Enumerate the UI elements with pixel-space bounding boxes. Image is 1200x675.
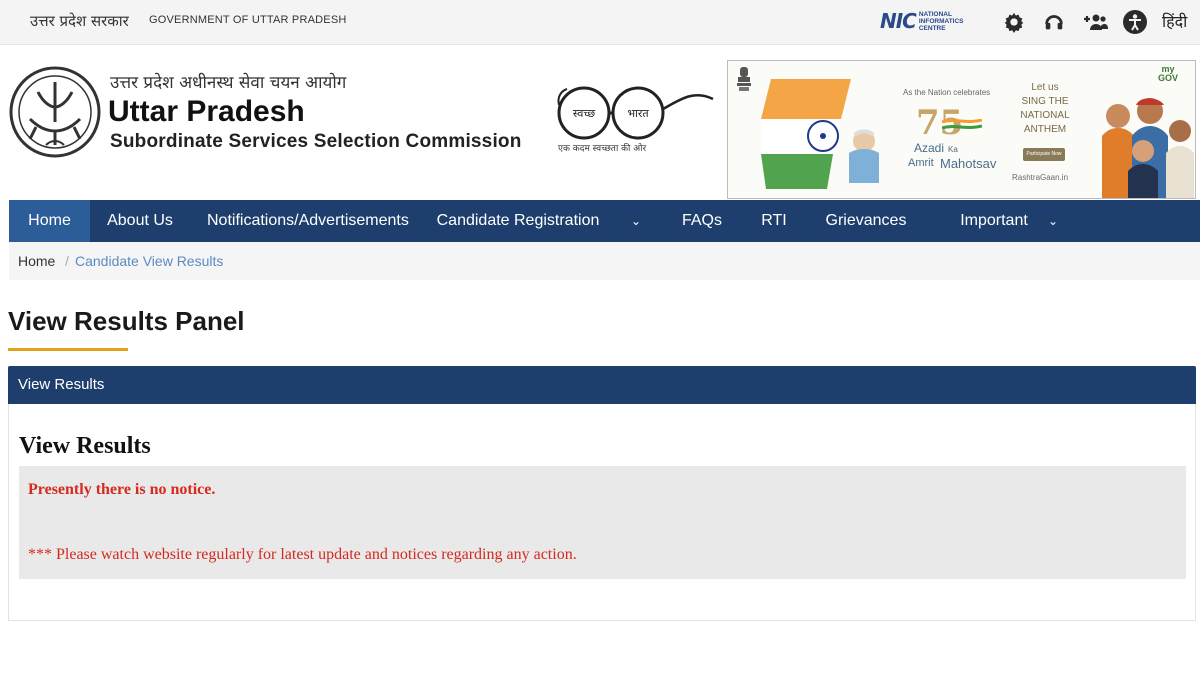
nic-logo[interactable]: NIC NATIONAL INFORMATICS CENTRE — [880, 6, 979, 36]
nav-rti[interactable]: RTI — [755, 200, 793, 242]
chevron-down-icon[interactable]: ⌄ — [631, 200, 641, 242]
nav-important-links[interactable]: Important Links — [941, 200, 1047, 271]
flag-illustration — [761, 79, 879, 189]
banner-ka: Ka — [948, 145, 958, 154]
banner-amrit: Amrit — [908, 157, 934, 169]
gov-name-hindi: उत्तर प्रदेश सरकार — [30, 12, 129, 30]
up-government-emblem — [9, 66, 101, 158]
top-strip: उत्तर प्रदेश सरकार GOVERNMENT OF UTTAR P… — [0, 0, 1200, 45]
swachh-right-text: भारत — [627, 107, 649, 120]
nav-home[interactable]: Home — [9, 200, 90, 242]
banner-national: NATIONAL — [1020, 110, 1070, 121]
headset-icon[interactable] — [1040, 8, 1068, 36]
national-emblem-icon — [737, 67, 751, 91]
swachh-left-text: स्वच्छ — [573, 107, 595, 120]
chevron-down-icon[interactable]: ⌄ — [1048, 200, 1058, 242]
watch-website-message: *** Please watch website regularly for l… — [28, 546, 577, 563]
title-underline — [8, 348, 128, 351]
akam-flag-swoosh — [942, 119, 982, 130]
no-notice-message: Presently there is no notice. — [28, 481, 216, 498]
org-subtitle: Subordinate Services Selection Commissio… — [110, 131, 522, 152]
gov-name-english: GOVERNMENT OF UTTAR PRADESH — [149, 14, 347, 26]
breadcrumb: Home / Candidate View Results — [9, 242, 1200, 280]
nav-grievances[interactable]: Grievances — [821, 200, 911, 242]
add-user-icon[interactable] — [1080, 8, 1110, 36]
site-header: उत्तर प्रदेश अधीनस्थ सेवा चयन आयोग Uttar… — [0, 45, 1200, 200]
main-nav: Home About Us Notifications/Advertisemen… — [9, 200, 1200, 271]
card-header-title: View Results — [18, 376, 105, 393]
breadcrumb-current[interactable]: Candidate View Results — [75, 253, 223, 269]
banner-site: RashtraGaan.in — [1012, 173, 1069, 182]
banner-let-us: Let us — [1031, 82, 1059, 93]
banner-celebrates: As the Nation celebrates — [903, 88, 991, 97]
breadcrumb-separator: / — [65, 253, 69, 269]
nav-faqs[interactable]: FAQs — [673, 200, 731, 242]
results-title: View Results — [19, 433, 151, 459]
swachh-caption: एक कदम स्वच्छता की ओर — [558, 144, 647, 154]
nav-about-us[interactable]: About Us — [100, 200, 180, 242]
org-name-hindi: उत्तर प्रदेश अधीनस्थ सेवा चयन आयोग — [110, 73, 347, 93]
nav-candidate-registration[interactable]: Candidate Registration — [433, 200, 603, 242]
org-title: Uttar Pradesh — [108, 95, 305, 128]
banner-azadi: Azadi — [914, 141, 945, 155]
page-title: View Results Panel — [8, 306, 245, 336]
results-card-header: View Results — [8, 366, 1196, 404]
nic-mark: NIC — [880, 9, 917, 33]
language-toggle-hindi[interactable]: हिंदी — [1162, 10, 1187, 32]
rashtragaan-banner[interactable]: As the Nation celebrates 75 Azadi Ka Amr… — [727, 60, 1196, 199]
nic-text: NATIONAL INFORMATICS CENTRE — [918, 10, 964, 32]
banner-mahotsav: Mahotsav — [940, 156, 997, 171]
accessibility-icon[interactable] — [1120, 8, 1150, 36]
banner-anthem: ANTHEM — [1023, 124, 1067, 135]
banner-participate-button[interactable]: Participate Now — [1023, 148, 1065, 161]
gear-icon[interactable] — [1000, 8, 1028, 36]
banner-sing-anthem-text: Let us SING THE NATIONAL ANTHEM — [1015, 81, 1075, 137]
nav-notifications[interactable]: Notifications/Advertisements — [207, 200, 409, 242]
breadcrumb-home[interactable]: Home — [18, 253, 55, 269]
banner-sing-the: SING THE — [1021, 96, 1069, 107]
banner-people-illustration — [1102, 98, 1194, 198]
